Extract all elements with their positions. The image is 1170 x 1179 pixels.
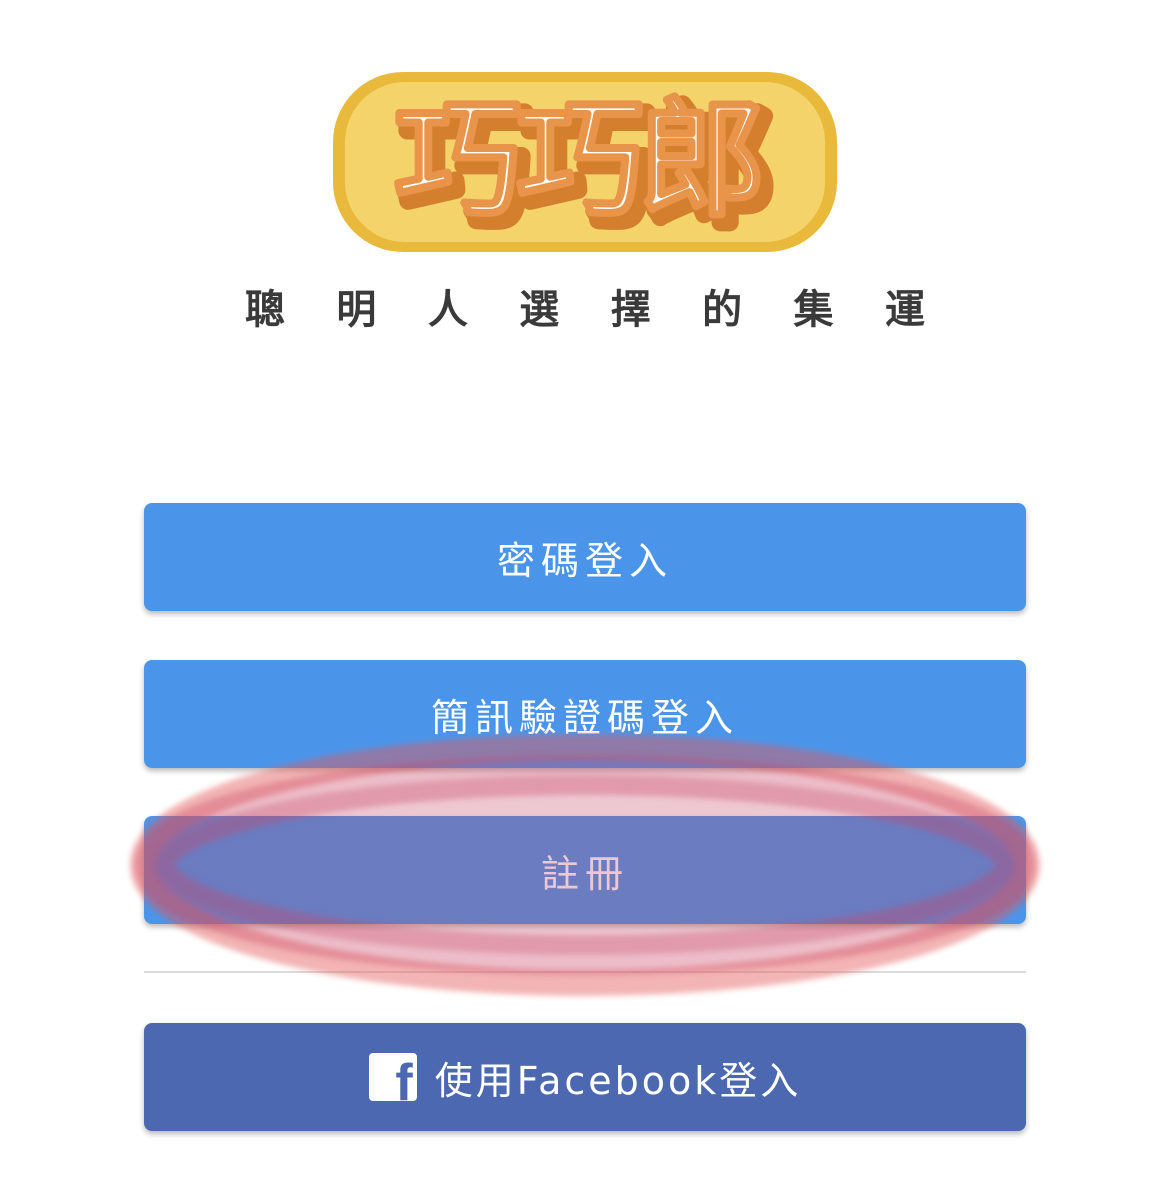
password-login-button[interactable]: 密碼登入 [144, 503, 1026, 611]
register-button[interactable]: 註冊 [144, 816, 1026, 924]
slogan-char: 擇 [610, 287, 651, 333]
slogan-char: 的 [702, 287, 743, 333]
register-label: 註冊 [540, 851, 629, 896]
slogan-char: 選 [519, 287, 560, 333]
facebook-login-label: 使用Facebook登入 [434, 1058, 802, 1103]
divider [144, 971, 1026, 973]
facebook-login-button[interactable]: f 使用Facebook登入 [144, 1023, 1026, 1131]
slogan-char: 運 [884, 287, 925, 333]
sms-login-label: 簡訊驗證碼登入 [430, 695, 739, 740]
slogan-char: 人 [427, 287, 468, 333]
logo-text: 巧巧郎 [394, 86, 760, 235]
slogan-char: 聰 [245, 287, 285, 333]
slogan-char: 明 [336, 287, 377, 333]
sms-login-button[interactable]: 簡訊驗證碼登入 [144, 660, 1026, 768]
slogan: 聰 明 人 選 擇 的 集 運 [235, 276, 935, 336]
app-logo: 巧巧郎 巧巧郎 [325, 62, 845, 262]
slogan-char: 集 [793, 287, 834, 333]
logo-graphic: 巧巧郎 巧巧郎 [333, 72, 837, 252]
facebook-icon: f [368, 1053, 417, 1101]
password-login-label: 密碼登入 [496, 538, 673, 583]
